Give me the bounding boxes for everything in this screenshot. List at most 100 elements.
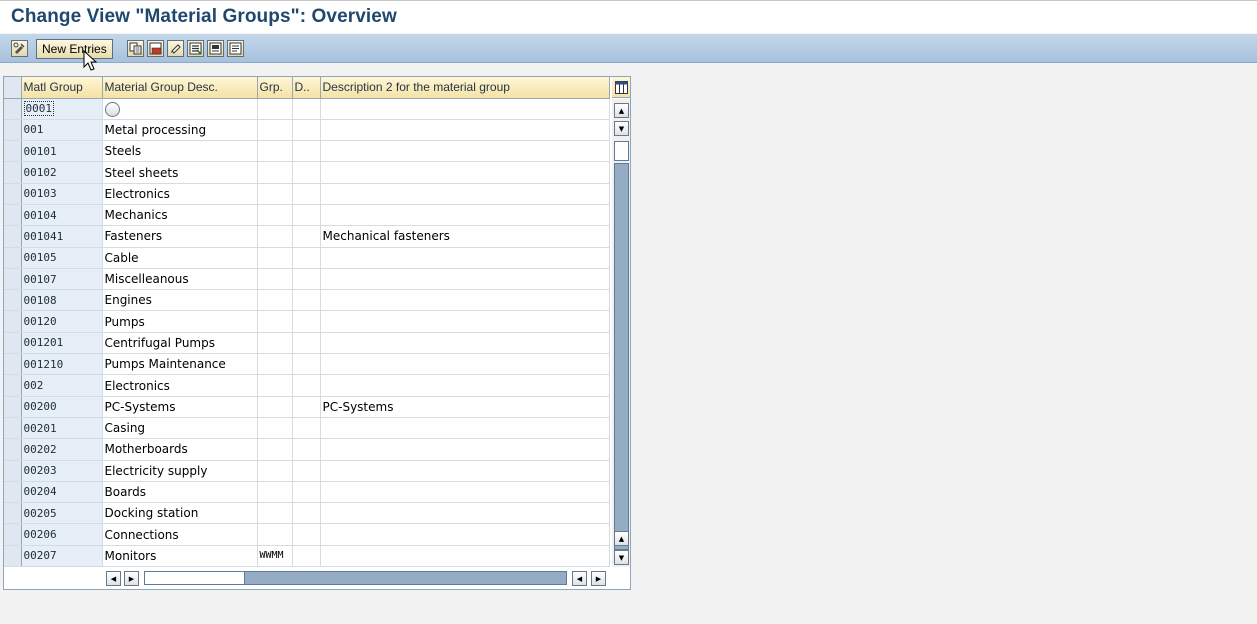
matl-group-cell[interactable]: 00203 [21,460,103,482]
d-cell[interactable] [292,161,321,184]
description-2-cell[interactable] [320,438,610,461]
table-row[interactable]: 00204 Boards [4,481,610,504]
d-cell[interactable] [292,353,321,376]
material-group-desc-cell[interactable]: Steel sheets [102,161,258,184]
d-cell[interactable] [292,374,321,397]
grp-cell[interactable] [257,332,293,355]
table-settings-icon[interactable] [612,77,630,98]
material-group-desc-cell[interactable]: Electricity supply [102,460,258,482]
material-group-desc-cell[interactable]: Metal processing [102,119,258,142]
material-group-desc-cell[interactable]: Fasteners [102,225,258,248]
matl-group-cell[interactable]: 00205 [21,502,103,525]
description-2-cell[interactable] [320,140,610,163]
row-selector[interactable] [4,438,22,461]
grp-cell[interactable] [257,225,293,248]
row-selector[interactable] [4,98,22,120]
matl-group-cell[interactable]: 00201 [21,417,103,440]
matl-group-cell[interactable]: 0001 [21,98,103,120]
description-2-cell[interactable] [320,268,610,291]
matl-group-cell[interactable]: 00108 [21,289,103,312]
matl-group-cell[interactable]: 002 [21,374,103,397]
matl-group-cell[interactable]: 00101 [21,140,103,163]
scroll-page-right-icon[interactable]: ▶ [591,571,606,586]
row-selector[interactable] [4,310,22,333]
select-block-icon[interactable] [207,40,224,57]
scroll-page-left-icon[interactable]: ◀ [572,571,587,586]
grp-cell[interactable] [257,417,293,440]
scroll-page-down-icon[interactable]: ▼ [614,550,629,565]
d-cell[interactable] [292,247,321,269]
horizontal-scroll-track[interactable] [244,571,567,585]
description-2-cell[interactable] [320,460,610,482]
d-cell[interactable] [292,140,321,163]
description-2-cell[interactable] [320,247,610,269]
row-selector[interactable] [4,332,22,355]
scroll-right-icon[interactable]: ▶ [124,571,139,586]
grp-cell[interactable] [257,396,293,418]
row-selector[interactable] [4,523,22,546]
column-header-d[interactable]: D.. [292,77,321,99]
row-selector[interactable] [4,545,22,568]
description-2-cell[interactable] [320,289,610,312]
description-2-cell[interactable] [320,98,610,120]
table-row[interactable]: 00202 Motherboards [4,438,610,461]
matl-group-cell[interactable]: 00204 [21,481,103,504]
grp-cell[interactable] [257,247,293,269]
matl-group-cell[interactable]: 00200 [21,396,103,418]
value-help-icon[interactable] [104,101,120,117]
d-cell[interactable] [292,289,321,312]
table-row[interactable]: 00206 Connections [4,523,610,546]
copy-as-icon[interactable] [127,40,144,57]
d-cell[interactable] [292,481,321,504]
d-cell[interactable] [292,225,321,248]
grp-cell[interactable] [257,119,293,142]
d-cell[interactable] [292,396,321,418]
row-selector[interactable] [4,268,22,291]
material-group-desc-cell[interactable]: Boards [102,481,258,504]
table-row[interactable]: 002 Electronics [4,374,610,397]
select-all-icon[interactable] [187,40,204,57]
description-2-cell[interactable] [320,183,610,205]
horizontal-scrollbar[interactable]: ◀ ▶ ◀ ▶ [104,569,612,587]
grp-cell[interactable] [257,523,293,546]
table-row[interactable]: 00205 Docking station [4,502,610,525]
grp-cell[interactable] [257,289,293,312]
table-row[interactable]: 00104 Mechanics [4,204,610,227]
d-cell[interactable] [292,460,321,482]
matl-group-cell[interactable]: 00207 [21,545,103,568]
row-selector[interactable] [4,225,22,248]
table-row[interactable]: 00102 Steel sheets [4,161,610,184]
material-group-desc-cell[interactable]: Pumps [102,310,258,333]
d-cell[interactable] [292,119,321,142]
grp-cell[interactable] [257,502,293,525]
table-row[interactable]: 00103 Electronics [4,183,610,205]
row-selector[interactable] [4,417,22,440]
d-cell[interactable] [292,332,321,355]
table-row[interactable]: 001041 Fasteners Mechanical fasteners [4,225,610,248]
material-group-desc-cell[interactable]: Electronics [102,183,258,205]
material-group-desc-cell[interactable]: Pumps Maintenance [102,353,258,376]
material-group-desc-cell[interactable]: Monitors [102,545,258,568]
material-group-desc-cell[interactable]: Docking station [102,502,258,525]
grp-cell[interactable] [257,161,293,184]
row-selector[interactable] [4,289,22,312]
description-2-cell[interactable] [320,502,610,525]
matl-group-cell[interactable]: 00107 [21,268,103,291]
table-row[interactable]: 00107 Miscelleanous [4,268,610,291]
table-row[interactable]: 00200 PC-Systems PC-Systems [4,396,610,418]
matl-group-cell[interactable]: 001041 [21,225,103,248]
column-header-grp[interactable]: Grp. [257,77,293,99]
grp-cell[interactable] [257,353,293,376]
description-2-cell[interactable] [320,523,610,546]
row-selector[interactable] [4,353,22,376]
grp-cell[interactable] [257,460,293,482]
grp-cell[interactable] [257,183,293,205]
row-selector[interactable] [4,481,22,504]
column-header-material-group-desc[interactable]: Material Group Desc. [102,77,258,99]
table-row[interactable]: 00203 Electricity supply [4,460,610,482]
material-group-desc-cell[interactable]: Cable [102,247,258,269]
grp-cell[interactable]: WWMM [257,545,293,568]
description-2-cell[interactable] [320,204,610,227]
deselect-all-icon[interactable] [227,40,244,57]
d-cell[interactable] [292,502,321,525]
